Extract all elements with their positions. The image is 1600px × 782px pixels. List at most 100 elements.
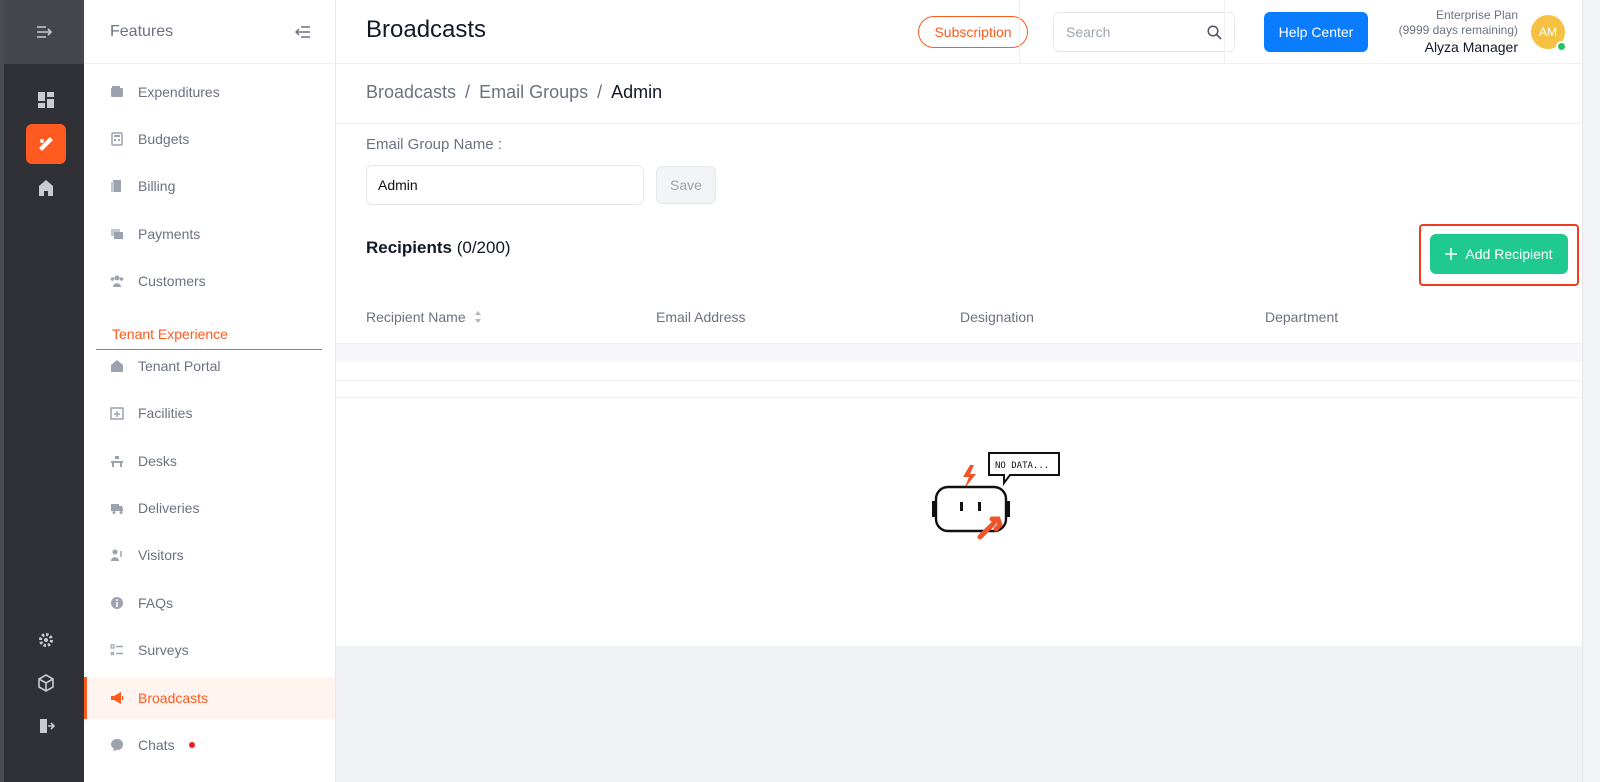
add-recipient-label: Add Recipient	[1465, 246, 1553, 262]
home-icon	[108, 357, 126, 375]
sidebar-item-deliveries[interactable]: Deliveries	[84, 487, 335, 529]
sidebar-item-label: Surveys	[138, 642, 189, 658]
help-center-button[interactable]: Help Center	[1264, 12, 1368, 52]
sidebar-item-tenant-portal[interactable]: Tenant Portal	[84, 345, 335, 387]
menu-expand-icon	[37, 26, 52, 38]
recipients-title: Recipients (0/200)	[366, 238, 511, 257]
sidebar-item-customers[interactable]: Customers	[84, 260, 335, 302]
sidebar-item-label: Deliveries	[138, 500, 200, 516]
divider	[1019, 0, 1020, 64]
column-recipient-name[interactable]: Recipient Name	[366, 309, 482, 325]
broadcast-icon	[39, 137, 53, 151]
logout-button[interactable]	[26, 706, 66, 746]
plan-name: Enterprise Plan	[1435, 8, 1518, 22]
collapse-sidebar-icon[interactable]	[295, 25, 311, 39]
column-designation: Designation	[960, 309, 1034, 325]
billing-icon	[108, 177, 126, 195]
no-data-illustration: NO DATA...	[926, 449, 1076, 549]
sidebar-item-label: Customers	[138, 273, 206, 289]
breadcrumb-separator: /	[465, 82, 471, 102]
breadcrumb: Broadcasts / Email Groups / Admin	[366, 82, 662, 103]
payments-icon	[108, 225, 126, 243]
sidebar-item-visitors[interactable]: Visitors	[84, 534, 335, 576]
breadcrumb-broadcasts[interactable]: Broadcasts	[366, 82, 456, 103]
email-group-name-input[interactable]	[366, 165, 644, 205]
sidebar-item-label: Visitors	[138, 547, 184, 563]
wallet-icon	[108, 83, 126, 101]
info-icon	[108, 594, 126, 612]
settings-button[interactable]	[26, 620, 66, 660]
table-header: Recipient Name Email Address Designation…	[336, 292, 1582, 344]
dashboard-icon	[38, 92, 54, 108]
sidebar-item-desks[interactable]: Desks	[84, 440, 335, 482]
divider	[1224, 0, 1225, 64]
broadcast-rail-button[interactable]	[26, 124, 66, 164]
sidebar-item-billing[interactable]: Billing	[84, 165, 335, 207]
features-header: Features	[84, 0, 335, 64]
logout-icon	[40, 719, 55, 733]
visitor-icon	[108, 546, 126, 564]
sidebar-item-label: Billing	[138, 178, 176, 194]
sidebar-item-label: Facilities	[138, 405, 193, 421]
sidebar-item-label: Payments	[138, 226, 201, 242]
save-button[interactable]: Save	[656, 166, 716, 204]
sort-icon[interactable]	[474, 310, 482, 324]
settings-icon	[39, 633, 53, 647]
features-title: Features	[110, 22, 174, 40]
sidebar-item-expenditures[interactable]: Expenditures	[84, 71, 335, 113]
top-header: Broadcasts Subscription Help Center Ente…	[336, 0, 1600, 64]
sidebar-item-broadcasts[interactable]: Broadcasts	[84, 677, 335, 719]
customers-icon	[108, 272, 126, 290]
recipients-count: (0/200)	[456, 238, 511, 257]
building-button[interactable]	[26, 168, 66, 208]
sidebar-item-budgets[interactable]: Budgets	[84, 118, 335, 160]
divider	[336, 123, 1600, 124]
breadcrumb-current: Admin	[611, 82, 663, 102]
sidebar-item-chats[interactable]: Chats	[84, 724, 335, 766]
plus-icon	[1445, 248, 1458, 260]
calculator-icon	[108, 130, 126, 148]
sidebar-item-label: FAQs	[138, 595, 174, 611]
chat-icon	[108, 736, 126, 754]
desk-icon	[108, 452, 126, 470]
dashboard-button[interactable]	[26, 80, 66, 120]
features-sidebar: Features Expenditures Budgets Billing Pa…	[84, 0, 336, 782]
column-email-address: Email Address	[656, 309, 746, 325]
survey-icon	[108, 641, 126, 659]
sidebar-item-faqs[interactable]: FAQs	[84, 582, 335, 624]
add-recipient-button[interactable]: Add Recipient	[1430, 234, 1568, 274]
calendar-plus-icon	[108, 404, 126, 422]
breadcrumb-separator: /	[597, 82, 603, 102]
plan-info: Enterprise Plan (9999 days remaining) Al…	[1399, 8, 1518, 56]
sidebar-item-label: Desks	[138, 453, 177, 469]
sidebar-item-surveys[interactable]: Surveys	[84, 629, 335, 671]
search-input[interactable]	[1066, 24, 1196, 40]
sidebar-item-facilities[interactable]: Facilities	[84, 392, 335, 434]
sidebar-item-label: Broadcasts	[138, 690, 209, 706]
unread-indicator	[188, 742, 195, 748]
cube-button[interactable]	[26, 663, 66, 703]
main-content: Broadcasts / Email Groups / Admin Email …	[336, 64, 1600, 646]
plan-days-remaining: (9999 days remaining)	[1398, 23, 1518, 37]
sidebar-item-payments[interactable]: Payments	[84, 213, 335, 255]
megaphone-icon	[108, 689, 126, 707]
building-icon	[39, 180, 53, 196]
table-row-placeholder	[336, 344, 1582, 362]
page-title: Broadcasts	[366, 16, 487, 43]
search-box[interactable]	[1053, 12, 1235, 52]
divider	[336, 397, 1582, 398]
email-group-name-label: Email Group Name :	[366, 136, 502, 153]
search-icon[interactable]	[1207, 24, 1222, 40]
column-department: Department	[1265, 309, 1339, 325]
breadcrumb-email-groups[interactable]: Email Groups	[479, 82, 588, 103]
online-status-indicator	[1556, 41, 1567, 52]
truck-icon	[108, 499, 126, 517]
no-data-text: NO DATA...	[995, 461, 1049, 471]
subscription-button[interactable]: Subscription	[918, 16, 1028, 48]
sidebar-item-label: Budgets	[138, 131, 190, 147]
user-name[interactable]: Alyza Manager	[1399, 38, 1518, 56]
sidebar-item-label: Tenant Portal	[138, 358, 221, 374]
icon-rail	[0, 0, 84, 782]
menu-expand-button[interactable]	[4, 0, 84, 64]
divider	[336, 380, 1582, 381]
